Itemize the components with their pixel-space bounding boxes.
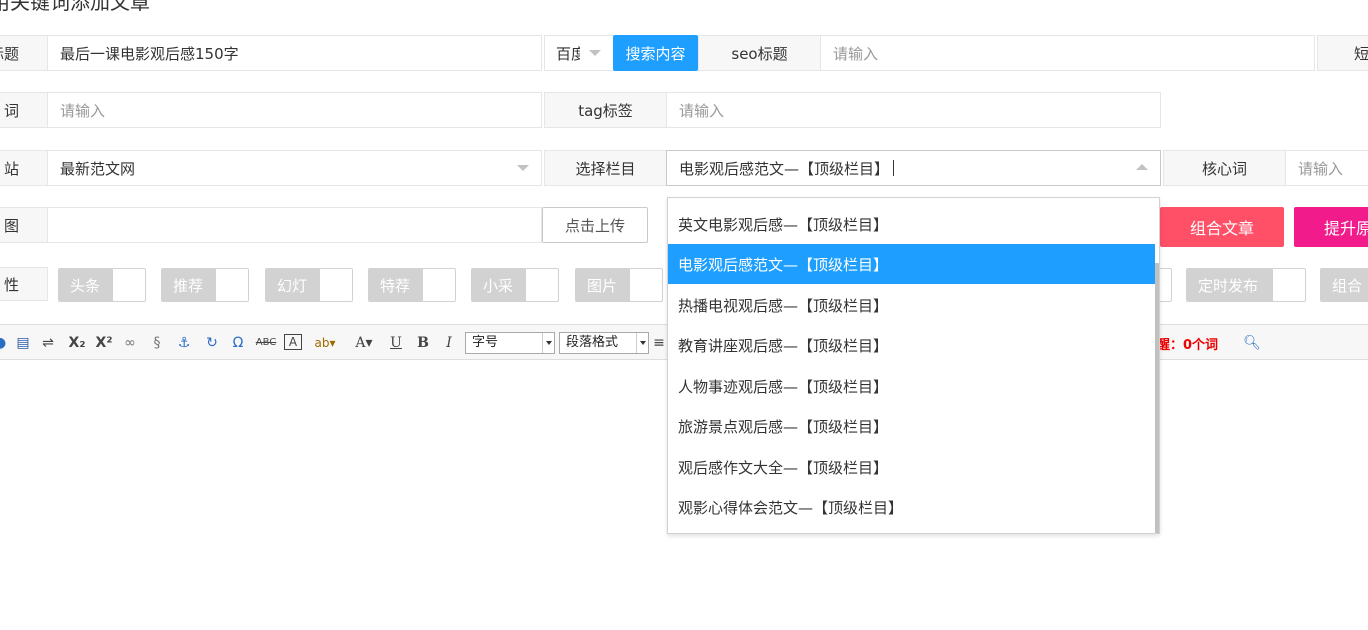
dropdown-option[interactable]: 热播电视观后感—【顶级栏目】 bbox=[668, 285, 1155, 325]
title-label: 标题 bbox=[0, 35, 48, 71]
chevron-down-icon bbox=[542, 333, 554, 353]
search-icon[interactable]: 🔍︎ bbox=[1242, 334, 1262, 352]
switch-label: 小采 bbox=[472, 269, 526, 301]
improve-originality-button[interactable]: 提升原 bbox=[1294, 207, 1368, 247]
font-size-select[interactable]: 字号 bbox=[465, 332, 555, 354]
bold-icon[interactable]: B bbox=[414, 334, 432, 352]
chevron-up-icon bbox=[1136, 164, 1148, 170]
paragraph-format-select[interactable]: 段落格式 bbox=[559, 332, 649, 354]
tag-label: tag标签 bbox=[544, 92, 667, 128]
underline-icon[interactable]: U bbox=[387, 334, 405, 352]
keyword-label: 词 bbox=[0, 92, 48, 128]
dropdown-option[interactable]: 观后感作文大全—【顶级栏目】 bbox=[668, 447, 1155, 487]
switch-headline[interactable]: 头条 bbox=[58, 268, 146, 302]
switch-label: 特荐 bbox=[369, 269, 423, 301]
unlink-icon[interactable]: § bbox=[148, 334, 166, 352]
switch-label: 推荐 bbox=[162, 269, 216, 301]
upload-button[interactable]: 点击上传 bbox=[542, 207, 648, 243]
switch-label: 图片 bbox=[576, 269, 630, 301]
chevron-down-icon bbox=[636, 333, 648, 353]
column-select-value: 电影观后感范文—【顶级栏目】 bbox=[679, 159, 890, 178]
switch-combine[interactable]: 组合 bbox=[1320, 268, 1368, 302]
attribute-label: 性 bbox=[0, 267, 48, 301]
italic-icon[interactable]: I bbox=[440, 334, 458, 352]
align-icon[interactable]: ≡ bbox=[653, 334, 665, 352]
column-dropdown: 英文电影观后感—【顶级栏目】 电影观后感范文—【顶级栏目】 热播电视观后感—【顶… bbox=[667, 197, 1160, 534]
engine-select-value: 百度 bbox=[556, 44, 580, 63]
help-icon[interactable]: ● bbox=[0, 334, 6, 352]
font-color-icon[interactable]: A▾ bbox=[350, 334, 378, 352]
subscript-icon[interactable]: X₂ bbox=[67, 334, 87, 352]
title-input[interactable]: 最后一课电影观后感150字 bbox=[47, 35, 542, 71]
image-path-input[interactable] bbox=[47, 207, 542, 243]
site-select[interactable]: 最新范文网 bbox=[47, 150, 542, 186]
save-icon[interactable]: ▤ bbox=[14, 334, 32, 352]
keyword-input[interactable]: 请输入 bbox=[47, 92, 542, 128]
core-word-input[interactable]: 请输入 bbox=[1285, 150, 1368, 186]
special-char-icon[interactable]: Ω bbox=[229, 334, 247, 352]
seo-title-label: seo标题 bbox=[698, 35, 821, 71]
strikethrough-icon[interactable]: ABC bbox=[255, 334, 277, 352]
column-label: 选择栏目 bbox=[544, 150, 667, 186]
dropdown-option[interactable]: 教育讲座观后感—【顶级栏目】 bbox=[668, 325, 1155, 365]
short-title-label: 短 bbox=[1317, 35, 1368, 71]
image-label: 图 bbox=[0, 207, 48, 243]
chevron-down-icon bbox=[517, 165, 529, 171]
highlight-color-icon[interactable]: ab▾ bbox=[310, 334, 340, 352]
switch-label: 组合 bbox=[1321, 269, 1368, 301]
switch-label: 头条 bbox=[59, 269, 113, 301]
switch-label: 定时发布 bbox=[1187, 269, 1273, 301]
link-icon[interactable]: ∞ bbox=[121, 334, 139, 352]
column-select[interactable]: 电影观后感范文—【顶级栏目】 bbox=[666, 150, 1161, 186]
anchor-icon[interactable]: ⚓ bbox=[175, 334, 193, 352]
redo-icon[interactable]: ↻ bbox=[203, 334, 221, 352]
search-content-button[interactable]: 搜索内容 bbox=[613, 35, 698, 71]
dropdown-option[interactable]: 观影心得体会范文—【顶级栏目】 bbox=[668, 487, 1155, 527]
site-select-value: 最新范文网 bbox=[60, 159, 136, 178]
dropdown-option[interactable]: 旅游景点观后感—【顶级栏目】 bbox=[668, 406, 1155, 446]
switch-small-collect[interactable]: 小采 bbox=[471, 268, 559, 302]
switch-special[interactable]: 特荐 bbox=[368, 268, 456, 302]
switch-timed-publish[interactable]: 定时发布 bbox=[1186, 268, 1306, 302]
dropdown-scrollbar[interactable] bbox=[1155, 263, 1159, 533]
switch-slideshow[interactable]: 幻灯 bbox=[265, 268, 353, 302]
switch-image[interactable]: 图片 bbox=[575, 268, 663, 302]
engine-select[interactable]: 百度 bbox=[544, 35, 614, 71]
seo-title-input[interactable]: 请输入 bbox=[820, 35, 1315, 71]
dropdown-option-selected[interactable]: 电影观后感范文—【顶级栏目】 bbox=[668, 244, 1155, 284]
text-box-icon[interactable]: A bbox=[284, 334, 302, 350]
core-word-label: 核心词 bbox=[1163, 150, 1286, 186]
switch-label: 幻灯 bbox=[266, 269, 320, 301]
dropdown-option[interactable]: 人物事迹观后感—【顶级栏目】 bbox=[668, 366, 1155, 406]
dropdown-option[interactable]: 英文电影观后感—【顶级栏目】 bbox=[668, 204, 1155, 244]
switch-recommend[interactable]: 推荐 bbox=[161, 268, 249, 302]
page-break-icon[interactable]: ⇌ bbox=[39, 334, 57, 352]
page-title: 用关键词添加文章 bbox=[0, 0, 150, 14]
text-cursor bbox=[893, 160, 895, 176]
superscript-icon[interactable]: X² bbox=[94, 334, 114, 352]
word-reminder: 醒：0个词 bbox=[1157, 338, 1219, 353]
tag-input[interactable]: 请输入 bbox=[666, 92, 1161, 128]
site-label: 站 bbox=[0, 150, 48, 186]
combine-article-button[interactable]: 组合文章 bbox=[1160, 207, 1284, 247]
chevron-down-icon bbox=[589, 50, 601, 56]
paragraph-format-select-value: 段落格式 bbox=[566, 335, 619, 350]
font-size-select-value: 字号 bbox=[472, 335, 499, 350]
